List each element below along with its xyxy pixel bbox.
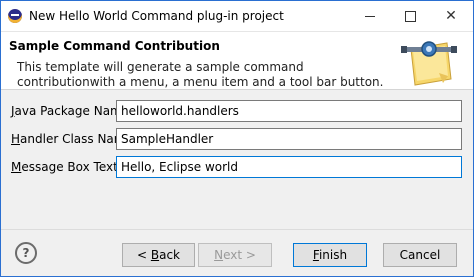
finish-button[interactable]: Finish [293, 243, 367, 267]
maximize-icon [405, 11, 416, 22]
help-button[interactable]: ? [15, 242, 37, 264]
title-bar[interactable]: New Hello World Command plug-in project … [1, 1, 473, 32]
message-box-label: Message Box Text: [11, 160, 122, 174]
cancel-button[interactable]: Cancel [383, 243, 457, 267]
wizard-banner-icon [401, 41, 457, 86]
next-button[interactable]: Next > [198, 243, 272, 267]
wizard-header: Sample Command Contribution This templat… [1, 32, 473, 90]
close-button[interactable]: ✕ [431, 1, 471, 31]
help-icon: ? [22, 246, 30, 260]
footer-separator [1, 229, 473, 230]
window-title: New Hello World Command plug-in project [29, 9, 284, 23]
page-description: This template will generate a sample com… [17, 60, 384, 89]
wizard-window: New Hello World Command plug-in project … [0, 0, 474, 277]
minimize-button[interactable] [351, 1, 391, 31]
eclipse-icon [8, 9, 22, 23]
java-package-row: Java Package Name: [1, 100, 473, 124]
handler-class-row: Handler Class Name: [1, 128, 473, 152]
minimize-icon [365, 16, 375, 17]
java-package-label: Java Package Name: [11, 104, 134, 118]
back-button[interactable]: < Back [122, 243, 195, 267]
handler-class-input[interactable] [116, 128, 462, 150]
message-box-row: Message Box Text: [1, 156, 473, 180]
close-icon: ✕ [445, 8, 457, 24]
maximize-button[interactable] [391, 1, 431, 31]
message-box-input[interactable] [116, 156, 462, 178]
page-title: Sample Command Contribution [9, 39, 220, 53]
java-package-input[interactable] [116, 100, 462, 122]
